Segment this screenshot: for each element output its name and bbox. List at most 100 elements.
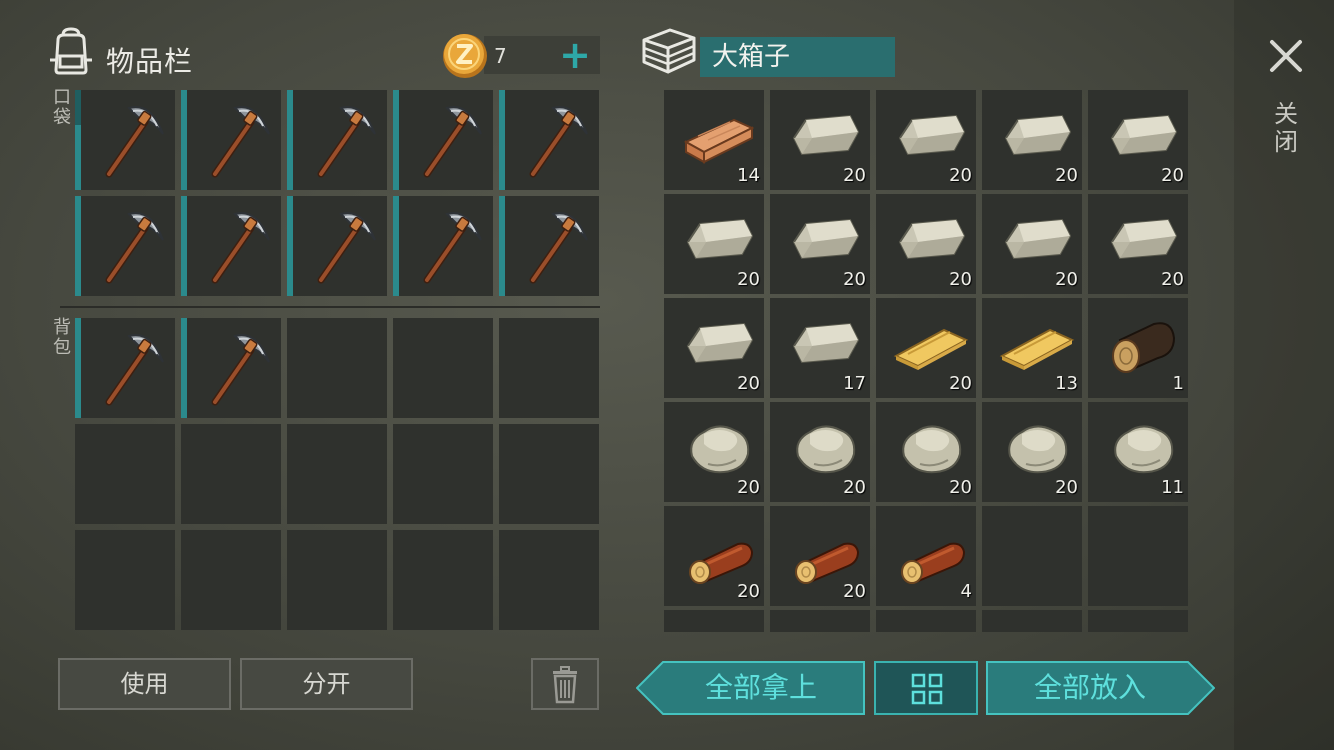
chest-title: 大箱子 xyxy=(700,37,895,77)
chest-slot-log[interactable]: 4 xyxy=(876,506,976,606)
durability-fill xyxy=(287,90,293,190)
pickaxe-icon xyxy=(211,334,270,406)
pickaxe-icon xyxy=(105,212,164,284)
pocket-slot-pickaxe[interactable] xyxy=(181,90,281,190)
pocket-slot-pickaxe[interactable] xyxy=(287,90,387,190)
durability-fill xyxy=(75,318,81,418)
chest-slot-stone[interactable]: 11 xyxy=(1088,402,1188,502)
chest-slot-stone[interactable]: 20 xyxy=(664,402,764,502)
item-count: 20 xyxy=(737,581,760,602)
inventory-title: 物品栏 xyxy=(106,45,194,78)
pocket-slot-pickaxe[interactable] xyxy=(287,196,387,296)
bag-slot-empty[interactable] xyxy=(499,318,599,418)
chest-slot-stone-block[interactable]: 20 xyxy=(1088,194,1188,294)
bag-slot-empty[interactable] xyxy=(75,424,175,524)
bag-slot-empty[interactable] xyxy=(499,530,599,630)
chest-slot-stone-block[interactable]: 20 xyxy=(664,298,764,398)
chest-slot-stone[interactable]: 20 xyxy=(876,402,976,502)
chest-slot-partial[interactable] xyxy=(876,610,976,632)
chest-slot-stone-block[interactable]: 20 xyxy=(982,90,1082,190)
bag-slot-empty[interactable] xyxy=(287,318,387,418)
item-count: 20 xyxy=(949,477,972,498)
bag-slot-empty[interactable] xyxy=(287,530,387,630)
chest-slot-log[interactable]: 20 xyxy=(664,506,764,606)
take-all-label: 全部拿上 xyxy=(704,671,817,704)
bag-slot-empty[interactable] xyxy=(499,424,599,524)
chest-slot-empty[interactable] xyxy=(982,506,1082,606)
chest-slot-partial[interactable] xyxy=(770,610,870,632)
item-count: 4 xyxy=(960,581,972,602)
put-all-button[interactable]: 全部放入 xyxy=(985,660,1215,716)
pocket-slot-pickaxe[interactable] xyxy=(499,196,599,296)
bag-slot-empty[interactable] xyxy=(181,530,281,630)
pocket-slot-pickaxe[interactable] xyxy=(393,196,493,296)
durability-fill xyxy=(75,125,81,190)
pocket-slot-pickaxe[interactable] xyxy=(499,90,599,190)
pocket-slot-pickaxe[interactable] xyxy=(181,196,281,296)
chest-slot-stone-block[interactable]: 20 xyxy=(664,194,764,294)
chest-slot-plank[interactable]: 14 xyxy=(664,90,764,190)
item-count: 14 xyxy=(737,165,760,186)
bag-slot-pickaxe[interactable] xyxy=(181,318,281,418)
chest-slot-log[interactable]: 20 xyxy=(770,506,870,606)
chest-slot-stone-block[interactable]: 20 xyxy=(876,194,976,294)
item-count: 20 xyxy=(1055,477,1078,498)
durability-bar xyxy=(499,90,505,190)
put-all-label: 全部放入 xyxy=(1033,671,1146,704)
backpack-icon xyxy=(50,27,92,75)
use-button[interactable]: 使用 xyxy=(58,658,231,710)
close-label[interactable]: 关闭 xyxy=(1272,100,1300,156)
item-count: 20 xyxy=(1055,165,1078,186)
split-button[interactable]: 分开 xyxy=(240,658,413,710)
chest-slot-stone-block[interactable]: 20 xyxy=(770,90,870,190)
durability-bar xyxy=(75,196,81,296)
chest-slot-stone-block[interactable]: 17 xyxy=(770,298,870,398)
bag-slot-empty[interactable] xyxy=(181,424,281,524)
pocket-slot-pickaxe[interactable] xyxy=(393,90,493,190)
close-icon[interactable] xyxy=(1266,36,1306,76)
pickaxe-icon xyxy=(211,106,270,178)
pickaxe-icon xyxy=(211,212,270,284)
bag-slot-pickaxe[interactable] xyxy=(75,318,175,418)
chest-slot-stone-block[interactable]: 20 xyxy=(876,90,976,190)
sort-button[interactable] xyxy=(874,661,978,715)
chest-slot-dark-log[interactable]: 1 xyxy=(1088,298,1188,398)
bag-slot-empty[interactable] xyxy=(393,318,493,418)
durability-bar xyxy=(393,196,399,296)
chest-slot-board[interactable]: 13 xyxy=(982,298,1082,398)
chest-slot-stone[interactable]: 20 xyxy=(770,402,870,502)
item-count: 20 xyxy=(737,477,760,498)
pocket-label: 口袋 xyxy=(53,87,71,128)
item-count: 20 xyxy=(949,165,972,186)
pocket-slot-pickaxe[interactable] xyxy=(75,90,175,190)
pocket-slot-pickaxe[interactable] xyxy=(75,196,175,296)
trash-button[interactable] xyxy=(531,658,599,710)
coin-count: 7 xyxy=(494,44,507,68)
item-count: 20 xyxy=(1161,165,1184,186)
item-count: 20 xyxy=(1055,269,1078,290)
chest-slot-empty[interactable] xyxy=(1088,506,1188,606)
chest-slot-stone-block[interactable]: 20 xyxy=(770,194,870,294)
bag-slot-empty[interactable] xyxy=(287,424,387,524)
bag-slot-empty[interactable] xyxy=(393,530,493,630)
chest-slot-stone[interactable]: 20 xyxy=(982,402,1082,502)
durability-fill xyxy=(181,318,187,418)
chest-slot-partial[interactable] xyxy=(1088,610,1188,632)
chest-slot-board[interactable]: 20 xyxy=(876,298,976,398)
chest-slot-stone-block[interactable]: 20 xyxy=(982,194,1082,294)
bag-slot-empty[interactable] xyxy=(75,530,175,630)
durability-bar xyxy=(75,318,81,418)
section-divider xyxy=(60,306,600,308)
pickaxe-icon xyxy=(423,212,482,284)
chest-slot-partial[interactable] xyxy=(982,610,1082,632)
chest-slot-stone-block[interactable]: 20 xyxy=(1088,90,1188,190)
dark-log-icon xyxy=(1112,322,1176,373)
durability-bar xyxy=(75,90,81,190)
log-icon xyxy=(901,542,966,584)
take-all-button[interactable]: 全部拿上 xyxy=(636,660,866,716)
add-coins-button[interactable]: + xyxy=(556,34,594,76)
item-count: 17 xyxy=(843,373,866,394)
durability-bar xyxy=(393,90,399,190)
chest-slot-partial[interactable] xyxy=(664,610,764,632)
bag-slot-empty[interactable] xyxy=(393,424,493,524)
